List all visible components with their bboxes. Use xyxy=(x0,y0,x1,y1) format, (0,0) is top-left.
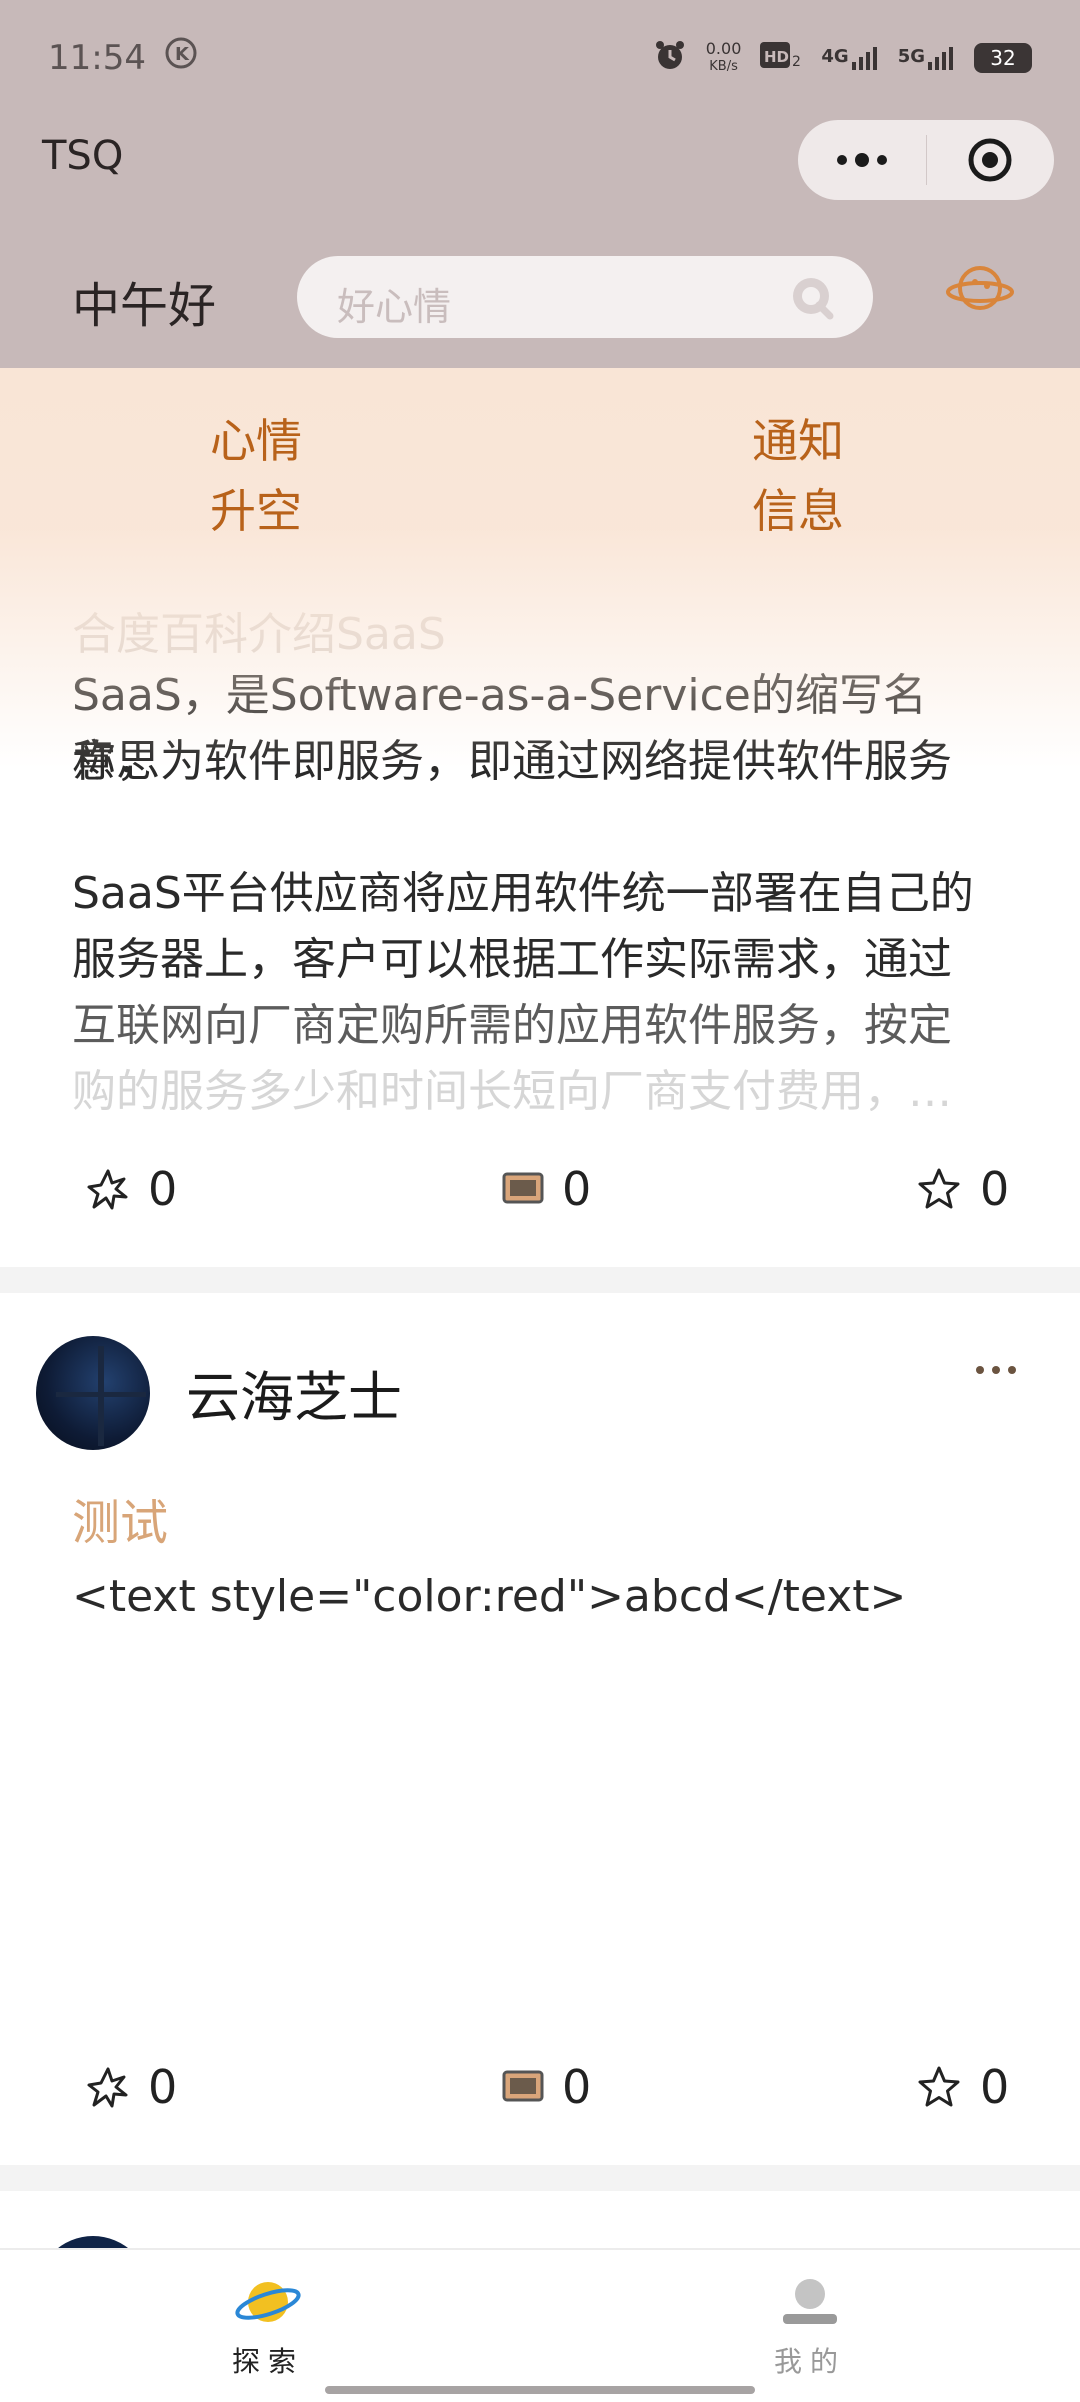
star-icon xyxy=(918,1168,960,1209)
post-separator xyxy=(0,1267,1080,1293)
tab-mine-label: 我的 xyxy=(773,2345,846,2378)
search-box[interactable]: 好心情 xyxy=(297,256,873,338)
post-1-line-4: SaaS平台供应商将应用软件统一部署在自己的 xyxy=(72,868,974,919)
post-separator xyxy=(0,2165,1080,2191)
quick-link-mood[interactable]: 心情 升空 xyxy=(210,406,302,546)
like-count: 0 xyxy=(148,1162,178,1216)
comment-icon xyxy=(502,1172,544,1204)
like-button[interactable]: 0 xyxy=(86,1162,177,1216)
favorite-count: 0 xyxy=(980,1162,1010,1216)
signal-5g: 5G xyxy=(898,46,956,70)
feed[interactable]: 合度百科介绍SaaS SaaS，是Software-as-a-Service的缩… xyxy=(0,368,1080,2248)
status-left: 11:54 K xyxy=(48,36,198,79)
alarm-icon xyxy=(652,37,688,78)
favorite-button[interactable]: 0 xyxy=(916,2060,1009,2114)
target-icon xyxy=(968,138,1012,182)
post-tag[interactable]: 测试 xyxy=(72,1483,168,1553)
avatar[interactable] xyxy=(36,1336,150,1450)
status-right: 0.00 KB/s HD 2 4G 5G 32 xyxy=(652,37,1032,78)
nav-title: TSQ xyxy=(42,133,124,179)
network-5g-label: 5G xyxy=(897,45,925,67)
battery-icon: 32 xyxy=(974,42,1032,73)
home-indicator[interactable] xyxy=(325,2386,755,2394)
network-4g-label: 4G xyxy=(821,45,849,67)
post-2-body[interactable]: <text style="color:red">abcd</text> xyxy=(72,1564,1012,1630)
like-icon xyxy=(87,2067,128,2108)
star-icon xyxy=(918,2066,960,2107)
nav-bar: TSQ xyxy=(0,115,1080,210)
tab-explore[interactable]: 探索 xyxy=(168,2276,368,2380)
signal-bars-icon xyxy=(851,46,877,70)
status-time: 11:54 xyxy=(48,37,146,78)
network-speed-value: 0.00 xyxy=(705,38,742,58)
signal-bars-icon xyxy=(928,46,953,70)
comment-button[interactable]: 0 xyxy=(502,1162,591,1216)
comment-count: 0 xyxy=(562,1162,592,1216)
network-speed: 0.00 KB/s xyxy=(705,38,742,76)
svg-text:HD: HD xyxy=(764,48,789,66)
svg-text:K: K xyxy=(175,44,190,65)
post-1-actions: 0 0 0 xyxy=(0,1150,1080,1230)
comment-button[interactable]: 0 xyxy=(502,2060,591,2114)
k-icon: K xyxy=(164,36,198,79)
search-placeholder: 好心情 xyxy=(337,285,452,329)
post-2-actions: 0 0 0 xyxy=(0,2048,1080,2128)
planet-icon[interactable] xyxy=(945,258,1015,322)
planet-icon xyxy=(235,2282,301,2322)
like-count: 0 xyxy=(148,2060,178,2114)
favorite-button[interactable]: 0 xyxy=(916,1162,1009,1216)
greeting-text: 中午好 xyxy=(72,278,217,334)
tab-mine[interactable]: 我的 xyxy=(710,2276,910,2380)
signal-4g: 4G xyxy=(821,46,879,70)
close-miniprogram-button[interactable] xyxy=(927,120,1055,200)
post-1-line-5: 服务器上，客户可以根据工作实际需求，通过 xyxy=(72,934,952,985)
svg-text:2: 2 xyxy=(792,54,801,70)
username[interactable]: 云海芝士 xyxy=(186,1353,402,1432)
status-bar: 11:54 K 0.00 KB/s HD 2 4G 5G 32 xyxy=(0,0,1080,115)
post-1-line-2: 意思为软件即服务，即通过网络提供软件服务 xyxy=(72,736,952,787)
hd-icon: HD 2 xyxy=(759,38,803,77)
network-speed-unit: KB/s xyxy=(709,58,738,74)
favorite-count: 0 xyxy=(980,2060,1010,2114)
quick-link-notice[interactable]: 通知 信息 xyxy=(752,406,844,546)
header-row: 中午好 好心情 xyxy=(0,210,1080,368)
capsule-menu xyxy=(798,120,1054,200)
tab-bar: 探索 我的 xyxy=(0,2248,1080,2402)
like-icon xyxy=(87,1169,128,1210)
like-button[interactable]: 0 xyxy=(86,2060,177,2114)
user-icon xyxy=(783,2279,837,2324)
post-1-line-7: 购的服务多少和时间长短向厂商支付费用，… xyxy=(72,1066,952,1117)
comment-icon xyxy=(502,2070,544,2102)
more-menu-button[interactable] xyxy=(798,120,926,200)
tab-explore-label: 探索 xyxy=(231,2345,304,2378)
post-more-button[interactable] xyxy=(974,1340,1018,1386)
post-1-line-6: 互联网向厂商定购所需的应用软件服务，按定 xyxy=(72,1000,952,1051)
comment-count: 0 xyxy=(562,2060,592,2114)
search-icon xyxy=(789,274,837,326)
post-title-faded: 合度百科介绍SaaS xyxy=(72,609,446,660)
more-dots-icon xyxy=(836,153,887,167)
more-dots-icon xyxy=(976,1366,1016,1374)
